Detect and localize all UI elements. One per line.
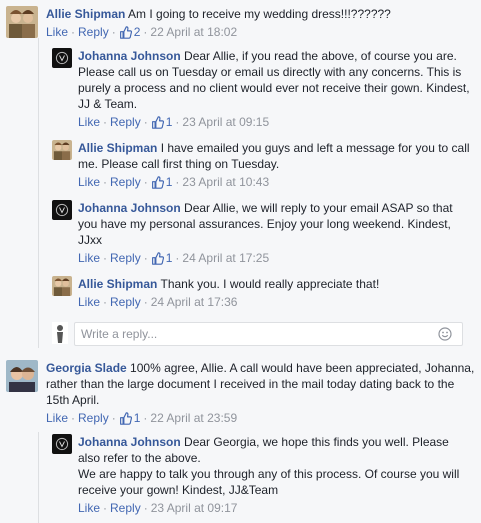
avatar-allie-icon bbox=[52, 276, 72, 296]
avatar[interactable] bbox=[52, 276, 72, 296]
like-count[interactable]: 1 bbox=[151, 175, 172, 189]
avatar-jj-icon bbox=[52, 434, 72, 454]
comment: Allie Shipman Am I going to receive my w… bbox=[6, 6, 476, 42]
thumbs-up-icon bbox=[151, 176, 164, 189]
avatar-jj-icon bbox=[52, 48, 72, 68]
comment-actions: Like · Reply · 23 April at 09:17 bbox=[78, 501, 238, 515]
user-silhouette-icon bbox=[52, 322, 68, 344]
comment-actions: Like · Reply · 1 · 23 April at 10:43 bbox=[78, 175, 270, 189]
like-link[interactable]: Like bbox=[78, 115, 100, 129]
comment-author[interactable]: Allie Shipman bbox=[46, 7, 125, 21]
reply-input-box[interactable] bbox=[74, 322, 463, 346]
timestamp[interactable]: 24 April at 17:36 bbox=[151, 295, 238, 309]
reply-link[interactable]: Reply bbox=[78, 25, 109, 39]
like-count[interactable]: 1 bbox=[151, 115, 172, 129]
reply-link[interactable]: Reply bbox=[110, 501, 141, 515]
like-link[interactable]: Like bbox=[78, 251, 100, 265]
timestamp[interactable]: 23 April at 09:15 bbox=[182, 115, 269, 129]
comment-author[interactable]: Georgia Slade bbox=[46, 361, 127, 375]
reply-comment: Johanna Johnson Dear Georgia, we hope th… bbox=[52, 434, 472, 520]
reply-comment: Johanna Johnson Dear Allie, we will repl… bbox=[52, 200, 472, 268]
thumbs-up-icon bbox=[151, 252, 164, 265]
avatar[interactable] bbox=[6, 6, 38, 38]
like-count[interactable]: 1 bbox=[151, 251, 172, 265]
timestamp[interactable]: 23 April at 09:17 bbox=[151, 501, 238, 515]
avatar-jj-icon bbox=[52, 200, 72, 220]
comment-text-paragraph: We are happy to talk you through any of … bbox=[78, 467, 460, 497]
smiley-icon[interactable] bbox=[438, 327, 452, 344]
avatar[interactable] bbox=[52, 140, 72, 160]
timestamp[interactable]: 24 April at 17:25 bbox=[182, 251, 269, 265]
thumbs-up-icon bbox=[119, 412, 132, 425]
avatar[interactable] bbox=[6, 360, 38, 392]
thumbs-up-icon bbox=[119, 26, 132, 39]
avatar-georgia-icon bbox=[6, 360, 38, 392]
reply-link[interactable]: Reply bbox=[110, 251, 141, 265]
like-link[interactable]: Like bbox=[78, 175, 100, 189]
like-count[interactable]: 1 bbox=[119, 411, 140, 425]
comment-text: Thank you. I would really appreciate tha… bbox=[160, 277, 380, 291]
like-link[interactable]: Like bbox=[78, 295, 100, 309]
reply-link[interactable]: Reply bbox=[78, 411, 109, 425]
reply-link[interactable]: Reply bbox=[110, 115, 141, 129]
avatar[interactable] bbox=[52, 200, 72, 220]
avatar[interactable] bbox=[52, 48, 72, 68]
comment-actions: Like · Reply · 1 · 24 April at 17:25 bbox=[78, 251, 270, 265]
reply-input[interactable] bbox=[81, 326, 421, 342]
timestamp[interactable]: 22 April at 23:59 bbox=[150, 411, 237, 425]
thread-connector-line bbox=[38, 432, 39, 523]
comment-author[interactable]: Johanna Johnson bbox=[78, 201, 181, 215]
comment-actions: Like · Reply · 2 · 22 April at 18:02 bbox=[46, 25, 238, 39]
comment: Georgia Slade 100% agree, Allie. A call … bbox=[6, 360, 476, 430]
comment-text: Am I going to receive my wedding dress!!… bbox=[128, 7, 391, 21]
current-user-avatar bbox=[52, 322, 68, 344]
avatar-allie-icon bbox=[6, 6, 38, 38]
reply-comment: Allie Shipman I have emailed you guys an… bbox=[52, 140, 472, 192]
reply-link[interactable]: Reply bbox=[110, 295, 141, 309]
avatar-allie-icon bbox=[52, 140, 72, 160]
thumbs-up-icon bbox=[151, 116, 164, 129]
comment-actions: Like · Reply · 1 · 23 April at 09:15 bbox=[78, 115, 270, 129]
like-count[interactable]: 2 bbox=[119, 25, 140, 39]
like-link[interactable]: Like bbox=[46, 25, 68, 39]
reply-link[interactable]: Reply bbox=[110, 175, 141, 189]
comment-actions: Like · Reply · 24 April at 17:36 bbox=[78, 295, 238, 309]
comment-author[interactable]: Johanna Johnson bbox=[78, 49, 181, 63]
comment-author[interactable]: Allie Shipman bbox=[78, 277, 157, 291]
avatar[interactable] bbox=[52, 434, 72, 454]
reply-comment: Johanna Johnson Dear Allie, if you read … bbox=[52, 48, 472, 132]
comment-actions: Like · Reply · 1 · 22 April at 23:59 bbox=[46, 411, 238, 425]
timestamp[interactable]: 23 April at 10:43 bbox=[182, 175, 269, 189]
comment-author[interactable]: Allie Shipman bbox=[78, 141, 157, 155]
reply-comment: Allie Shipman Thank you. I would really … bbox=[52, 276, 472, 312]
like-link[interactable]: Like bbox=[46, 411, 68, 425]
thread-connector-line bbox=[38, 38, 39, 348]
like-link[interactable]: Like bbox=[78, 501, 100, 515]
comment-author[interactable]: Johanna Johnson bbox=[78, 435, 181, 449]
timestamp[interactable]: 22 April at 18:02 bbox=[150, 25, 237, 39]
